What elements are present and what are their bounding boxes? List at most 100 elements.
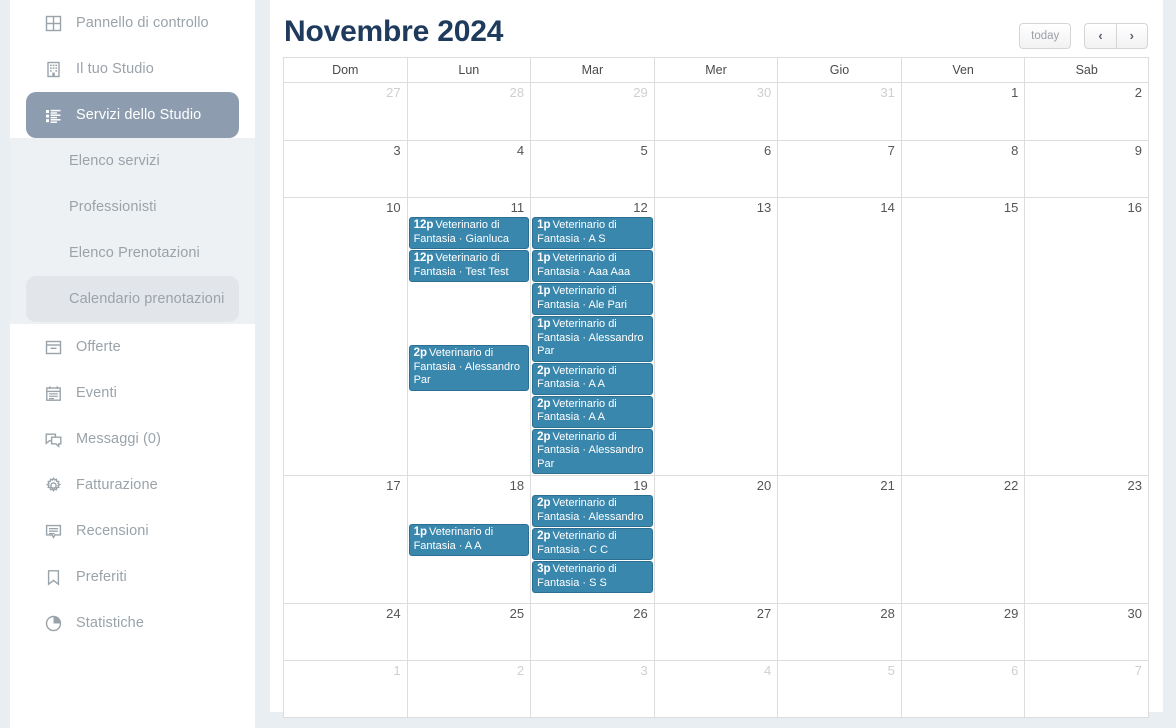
day-number: 3 bbox=[531, 661, 654, 680]
sidebar-item-messaggi-0[interactable]: Messaggi (0) bbox=[26, 416, 239, 462]
calendar-day-cell[interactable]: 27 bbox=[654, 604, 778, 661]
event-time: 1p bbox=[537, 252, 550, 264]
calendar-event[interactable]: 2pVeterinario di Fantasia · A A bbox=[532, 363, 653, 395]
calendar-week-row: 17181pVeterinario di Fantasia · A A192pV… bbox=[284, 476, 1149, 604]
event-time: 2p bbox=[537, 365, 550, 377]
calendar-body: 2728293031123456789101112pVeterinario di… bbox=[284, 83, 1149, 718]
calendar-day-cell[interactable]: 25 bbox=[407, 604, 531, 661]
day-number: 20 bbox=[655, 476, 778, 495]
calendar-day-cell[interactable]: 28 bbox=[778, 604, 902, 661]
calendar-day-cell[interactable]: 24 bbox=[284, 604, 408, 661]
bookmark-icon bbox=[44, 568, 62, 586]
sidebar-item-fatturazione[interactable]: Fatturazione bbox=[26, 462, 239, 508]
calendar-day-cell[interactable]: 5 bbox=[778, 661, 902, 718]
calendar-event[interactable]: 1pVeterinario di Fantasia · A S bbox=[532, 217, 653, 249]
calendar-day-cell[interactable]: 9 bbox=[1025, 141, 1149, 198]
day-number: 7 bbox=[778, 141, 901, 160]
sidebar-item-label: Il tuo Studio bbox=[76, 61, 154, 77]
sidebar-item-servizi-dello-studio[interactable]: Servizi dello Studio bbox=[26, 92, 239, 138]
day-number: 2 bbox=[408, 661, 531, 680]
calendar-day-cell[interactable]: 14 bbox=[778, 198, 902, 476]
today-button[interactable]: today bbox=[1019, 23, 1071, 49]
day-number: 3 bbox=[284, 141, 407, 160]
next-month-button[interactable]: › bbox=[1117, 23, 1148, 49]
day-number: 29 bbox=[902, 604, 1025, 623]
sidebar-item-elenco-prenotazioni[interactable]: Elenco Prenotazioni bbox=[26, 230, 239, 276]
calendar-day-cell[interactable]: 3 bbox=[284, 141, 408, 198]
calendar-day-cell[interactable]: 17 bbox=[284, 476, 408, 604]
calendar-day-cell[interactable]: 2 bbox=[1025, 83, 1149, 141]
day-number: 1 bbox=[284, 661, 407, 680]
calendar-day-cell[interactable]: 13 bbox=[654, 198, 778, 476]
calendar-day-cell[interactable]: 1112pVeterinario di Fantasia · Gianluca1… bbox=[407, 198, 531, 476]
sidebar-item-il-tuo-studio[interactable]: Il tuo Studio bbox=[26, 46, 239, 92]
sidebar-item-calendario-prenotazioni[interactable]: Calendario prenotazioni bbox=[26, 276, 239, 322]
sidebar-item-label: Calendario prenotazioni bbox=[69, 291, 224, 307]
calendar-day-cell[interactable]: 15 bbox=[901, 198, 1025, 476]
calendar-event[interactable]: 1pVeterinario di Fantasia · Ale Pari bbox=[532, 283, 653, 315]
calendar-event[interactable]: 12pVeterinario di Fantasia · Test Test bbox=[409, 250, 530, 282]
day-number: 11 bbox=[408, 198, 531, 217]
day-number: 19 bbox=[531, 476, 654, 495]
calendar-nav-buttons: today ‹ › bbox=[1019, 10, 1148, 49]
day-number: 14 bbox=[778, 198, 901, 217]
calendar-event[interactable]: 2pVeterinario di Fantasia · Alessandro bbox=[532, 495, 653, 527]
calendar-event[interactable]: 2pVeterinario di Fantasia · A A bbox=[532, 396, 653, 428]
calendar-event[interactable]: 1pVeterinario di Fantasia · Aaa Aaa bbox=[532, 250, 653, 282]
calendar-day-cell[interactable]: 6 bbox=[901, 661, 1025, 718]
event-time: 1p bbox=[414, 526, 427, 538]
calendar-day-cell[interactable]: 1 bbox=[284, 661, 408, 718]
calendar-day-cell[interactable]: 2 bbox=[407, 661, 531, 718]
calendar-day-cell[interactable]: 21 bbox=[778, 476, 902, 604]
weekday-header: Mer bbox=[654, 58, 778, 83]
sidebar-item-statistiche[interactable]: Statistiche bbox=[26, 600, 239, 646]
calendar-day-cell[interactable]: 29 bbox=[901, 604, 1025, 661]
calendar-day-cell[interactable]: 4 bbox=[654, 661, 778, 718]
calendar-day-cell[interactable]: 30 bbox=[1025, 604, 1149, 661]
calendar-event[interactable]: 2pVeterinario di Fantasia · Alessandro P… bbox=[532, 429, 653, 475]
calendar-day-cell[interactable]: 7 bbox=[1025, 661, 1149, 718]
calendar-day-cell[interactable]: 28 bbox=[407, 83, 531, 141]
calendar-day-cell[interactable]: 16 bbox=[1025, 198, 1149, 476]
sidebar-item-elenco-servizi[interactable]: Elenco servizi bbox=[26, 138, 239, 184]
day-number: 15 bbox=[902, 198, 1025, 217]
calendar-day-cell[interactable]: 26 bbox=[531, 604, 655, 661]
sidebar-item-recensioni[interactable]: Recensioni bbox=[26, 508, 239, 554]
prev-month-button[interactable]: ‹ bbox=[1084, 23, 1116, 49]
calendar-event[interactable]: 12pVeterinario di Fantasia · Gianluca bbox=[409, 217, 530, 249]
calendar-day-cell[interactable]: 20 bbox=[654, 476, 778, 604]
sidebar-item-label: Servizi dello Studio bbox=[76, 107, 201, 123]
calendar-day-cell[interactable]: 121pVeterinario di Fantasia · A S1pVeter… bbox=[531, 198, 655, 476]
calendar-day-cell[interactable]: 6 bbox=[654, 141, 778, 198]
calendar-day-cell[interactable]: 22 bbox=[901, 476, 1025, 604]
day-number: 24 bbox=[284, 604, 407, 623]
calendar-event[interactable]: 1pVeterinario di Fantasia · A A bbox=[409, 524, 530, 556]
calendar-day-cell[interactable]: 4 bbox=[407, 141, 531, 198]
calendar-day-cell[interactable]: 181pVeterinario di Fantasia · A A bbox=[407, 476, 531, 604]
day-number: 7 bbox=[1025, 661, 1148, 680]
calendar-event[interactable]: 1pVeterinario di Fantasia · Alessandro P… bbox=[532, 316, 653, 362]
calendar-event[interactable]: 2pVeterinario di Fantasia · C C bbox=[532, 528, 653, 560]
calendar-day-cell[interactable]: 30 bbox=[654, 83, 778, 141]
calendar-day-cell[interactable]: 23 bbox=[1025, 476, 1149, 604]
calendar-day-cell[interactable]: 7 bbox=[778, 141, 902, 198]
sidebar-item-offerte[interactable]: Offerte bbox=[26, 324, 239, 370]
calendar-day-cell[interactable]: 10 bbox=[284, 198, 408, 476]
sidebar-item-preferiti[interactable]: Preferiti bbox=[26, 554, 239, 600]
sidebar-item-eventi[interactable]: Eventi bbox=[26, 370, 239, 416]
calendar-event[interactable]: 2pVeterinario di Fantasia · Alessandro P… bbox=[409, 345, 530, 391]
calendar-day-cell[interactable]: 1 bbox=[901, 83, 1025, 141]
calendar-day-cell[interactable]: 3 bbox=[531, 661, 655, 718]
sidebar-item-pannello-di-controllo[interactable]: Pannello di controllo bbox=[26, 0, 239, 46]
calendar-day-cell[interactable]: 192pVeterinario di Fantasia · Alessandro… bbox=[531, 476, 655, 604]
calendar-day-cell[interactable]: 8 bbox=[901, 141, 1025, 198]
calendar-day-cell[interactable]: 29 bbox=[531, 83, 655, 141]
day-events: 2pVeterinario di Fantasia · Alessandro2p… bbox=[531, 495, 654, 593]
calendar-day-cell[interactable]: 27 bbox=[284, 83, 408, 141]
day-number: 30 bbox=[655, 83, 778, 102]
calendar-day-cell[interactable]: 31 bbox=[778, 83, 902, 141]
calendar-event[interactable]: 3pVeterinario di Fantasia · S S bbox=[532, 561, 653, 593]
list-bullet-icon bbox=[44, 106, 62, 124]
calendar-day-cell[interactable]: 5 bbox=[531, 141, 655, 198]
sidebar-item-professionisti[interactable]: Professionisti bbox=[26, 184, 239, 230]
